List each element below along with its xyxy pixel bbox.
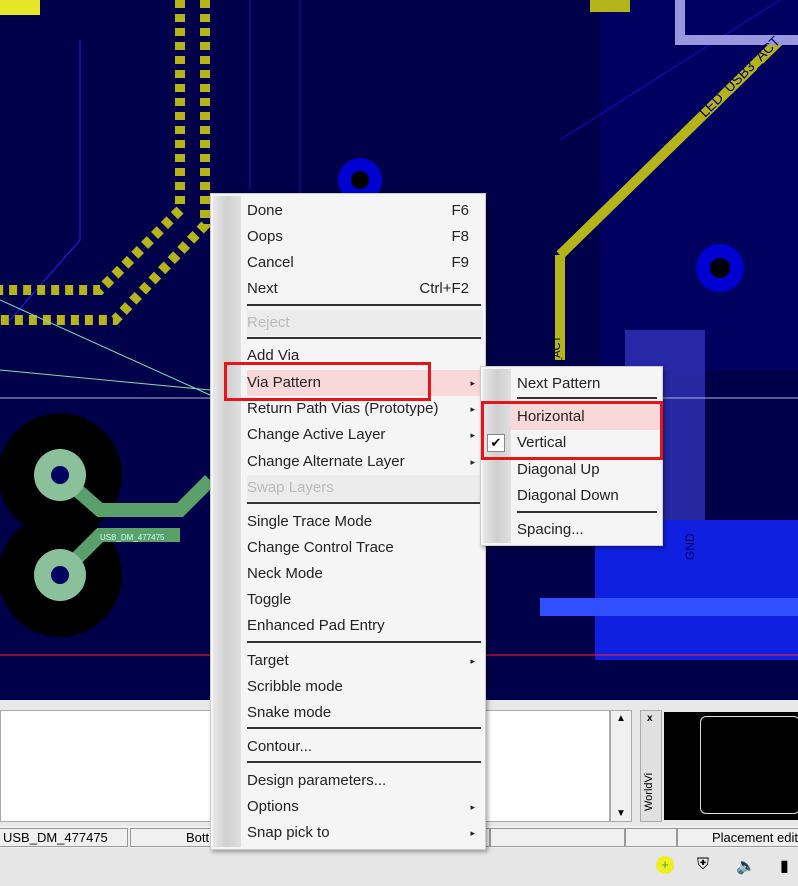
menu-item-neck-mode[interactable]: Neck Mode [247, 561, 483, 587]
menu-item-label: Scribble mode [247, 678, 343, 695]
submenu-arrow-icon: ▸ [470, 378, 475, 388]
menu-item-label: Swap Layers [247, 479, 334, 496]
menu-item-label: Options [247, 798, 299, 815]
menu-item-label: Reject [247, 314, 290, 331]
shortcut-label: F6 [451, 202, 469, 219]
submenu-arrow-icon: ▸ [470, 828, 475, 838]
submenu-arrow-icon: ▸ [470, 802, 475, 812]
menu-item-scribble-mode[interactable]: Scribble mode [247, 674, 483, 700]
menu-separator [247, 337, 481, 339]
menu-item-swap-layers: Swap Layers [247, 475, 483, 501]
menu-item-label: Toggle [247, 591, 292, 608]
pcb-label-gnd: GND [683, 533, 697, 560]
submenu-item-diagonal-down[interactable]: Diagonal Down [517, 483, 659, 509]
menu-separator [517, 511, 657, 513]
menu-item-change-control-trace[interactable]: Change Control Trace [247, 535, 483, 561]
submenu-arrow-icon: ▸ [470, 430, 475, 440]
menu-item-label: Design parameters... [247, 772, 387, 789]
menu-item-cancel[interactable]: Cancel F9 [247, 250, 483, 276]
menu-item-label: Next [247, 280, 278, 297]
menu-separator [247, 502, 481, 504]
status-cell [490, 828, 625, 847]
menu-separator [247, 304, 481, 306]
highlight-box [224, 362, 431, 401]
menu-item-enhanced-pad-entry[interactable]: Enhanced Pad Entry [247, 613, 483, 639]
menu-item-label: Done [247, 202, 283, 219]
menu-item-change-active-layer[interactable]: Change Active Layer ▸ [247, 422, 483, 448]
menu-item-label: Single Trace Mode [247, 513, 373, 530]
menu-item-label: Cancel [247, 254, 294, 271]
menu-item-label: Change Active Layer [247, 426, 386, 443]
scrollbar[interactable]: ▲ ▼ [610, 710, 632, 822]
menu-item-label: Change Alternate Layer [247, 453, 405, 470]
submenu-arrow-icon: ▸ [470, 404, 475, 414]
close-icon[interactable]: x [647, 713, 653, 724]
context-menu: Done F6 Oops F8 Cancel F9 Next Ctrl+F2 Reject Add… [210, 193, 486, 850]
worldview-map[interactable] [664, 712, 798, 820]
menu-item-toggle[interactable]: Toggle [247, 587, 483, 613]
menu-separator [247, 727, 481, 729]
menu-item-snake-mode[interactable]: Snake mode [247, 700, 483, 726]
submenu-arrow-icon: ▸ [470, 457, 475, 467]
menu-item-options[interactable]: Options ▸ [247, 794, 483, 820]
menu-item-label: Target [247, 652, 289, 669]
menu-item-label: Change Control Trace [247, 539, 394, 556]
menu-item-target[interactable]: Target ▸ [247, 648, 483, 674]
submenu-item-next-pattern[interactable]: Next Pattern [517, 371, 659, 397]
menu-item-single-trace-mode[interactable]: Single Trace Mode [247, 509, 483, 535]
menu-separator [247, 641, 481, 643]
worldview-label: WorldVi [643, 772, 655, 811]
shortcut-label: F9 [451, 254, 469, 271]
menu-separator [247, 761, 481, 763]
submenu-arrow-icon: ▸ [470, 656, 475, 666]
status-cell [625, 828, 677, 847]
menu-item-change-alternate-layer[interactable]: Change Alternate Layer ▸ [247, 449, 483, 475]
menu-item-label: Contour... [247, 738, 313, 755]
app-tray-icon[interactable]: + [656, 856, 674, 874]
shield-icon[interactable]: ⛨ [697, 856, 709, 874]
scroll-down-icon[interactable]: ▼ [611, 808, 631, 819]
menu-item-label: Enhanced Pad Entry [247, 617, 385, 634]
submenu-item-diagonal-up[interactable]: Diagonal Up [517, 457, 659, 483]
menu-item-label: Return Path Vias (Prototype) [247, 400, 439, 417]
menu-item-label: Oops [247, 228, 283, 245]
shortcut-label: F8 [451, 228, 469, 245]
taskbar [0, 848, 798, 886]
menu-item-design-parameters[interactable]: Design parameters... [247, 768, 483, 794]
menu-item-oops[interactable]: Oops F8 [247, 224, 483, 250]
battery-icon[interactable]: ▮ [780, 856, 789, 876]
menu-item-contour[interactable]: Contour... [247, 734, 483, 760]
menu-item-snap-pick-to[interactable]: Snap pick to ▸ [247, 820, 483, 846]
menu-item-label: Snake mode [247, 704, 332, 721]
pcb-label: USB_DM_477475 [100, 533, 165, 542]
volume-icon[interactable]: 🔈 [736, 856, 756, 876]
menu-item-next[interactable]: Next Ctrl+F2 [247, 276, 483, 302]
menu-separator [517, 397, 657, 399]
shortcut-label: Ctrl+F2 [419, 280, 469, 297]
worldview-tab[interactable]: x WorldVi [640, 710, 662, 822]
scroll-up-icon[interactable]: ▲ [611, 713, 631, 724]
pcb-label: 3_ACT [551, 335, 563, 370]
menu-item-label: Snap pick to [247, 824, 330, 841]
submenu-item-spacing[interactable]: Spacing... [517, 517, 659, 543]
highlight-box [481, 401, 663, 460]
menu-item-done[interactable]: Done F6 [247, 198, 483, 224]
menu-item-label: Neck Mode [247, 565, 323, 582]
menu-item-reject: Reject [247, 310, 483, 336]
status-net: USB_DM_477475 [0, 828, 128, 847]
status-mode: Placement edit [677, 828, 798, 847]
